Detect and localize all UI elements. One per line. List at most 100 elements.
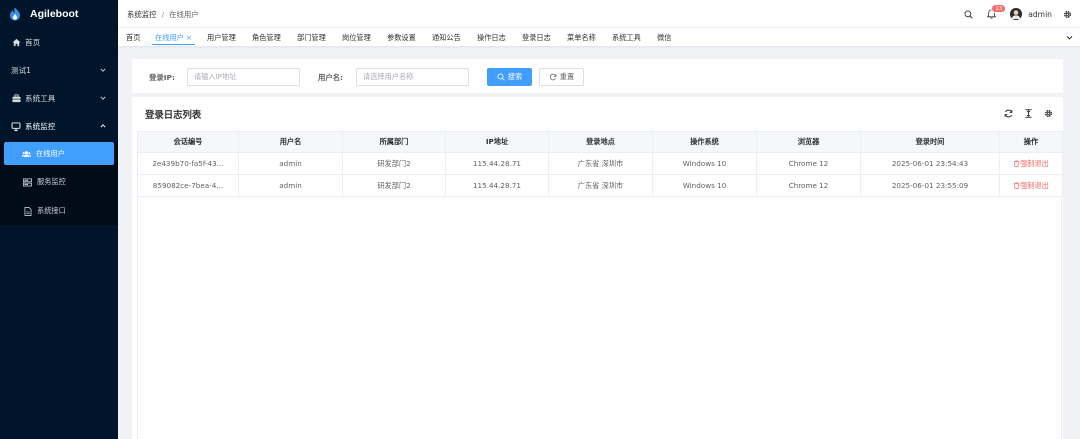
notification-badge: 13 (991, 4, 1007, 13)
sidebar-item-label: 测试1 (11, 65, 32, 75)
cell-ip: 115.44.28.71 (445, 174, 549, 197)
column-header-login-time: 登录时间 (860, 131, 1000, 153)
document-icon (23, 206, 32, 216)
sidebar-item-label: 服务监控 (37, 177, 66, 186)
sidebar-item-label: 系统工具 (25, 93, 56, 103)
breadcrumb: 系统监控 / 在线用户 (127, 9, 199, 20)
cell-session-id: 2e439b70-fa5f-43... (137, 152, 239, 175)
reset-button-label: 重置 (559, 72, 575, 81)
tag-online-users[interactable]: 在线用户 × (152, 30, 196, 45)
gear-icon[interactable] (1062, 9, 1072, 19)
username-select[interactable]: 请选择用户名称 (356, 68, 469, 86)
cell-department: 研发部门2 (342, 174, 446, 197)
tag-system-tools[interactable]: 系统工具 (609, 30, 644, 45)
tag-login-log[interactable]: 登录日志 (519, 30, 554, 45)
search-icon (497, 73, 505, 81)
chevron-down-icon[interactable] (1066, 34, 1073, 41)
sidebar-item-label: 系统监控 (25, 121, 56, 131)
chevron-up-icon (100, 124, 106, 128)
reset-button[interactable]: 重置 (539, 68, 584, 86)
tag-post-management[interactable]: 岗位管理 (339, 30, 374, 45)
refresh-icon[interactable] (1004, 109, 1013, 118)
search-icon[interactable] (963, 9, 973, 19)
cell-login-time: 2025-06-01 23:54:43 (860, 152, 1000, 175)
sidebar-item-test1[interactable]: 测试1 (0, 56, 118, 84)
cell-ip: 115.44.28.71 (445, 152, 549, 175)
sidebar-item-online-users[interactable]: 在线用户 (4, 142, 114, 165)
online-users-table: 会话编号 用户名 所属部门 IP地址 登录地点 操作系统 浏览器 登录时间 操作… (137, 131, 1063, 197)
column-header-session-id: 会话编号 (137, 131, 239, 153)
sidebar: Agileboot 首页 测试1 系统工具 系统监控 在线用户 服务监控 系统接… (0, 0, 118, 439)
search-button[interactable]: 搜索 (487, 68, 532, 86)
column-header-os: 操作系统 (652, 131, 757, 153)
breadcrumb-item-parent[interactable]: 系统监控 (127, 10, 157, 19)
app-title: Agileboot (30, 8, 79, 20)
header-actions: 13 admin (953, 4, 1072, 23)
force-logout-label: 强制退出 (1020, 158, 1049, 168)
cell-browser: Chrome 12 (756, 152, 861, 175)
monitor-icon (11, 121, 21, 131)
sidebar-item-server-monitor[interactable]: 服务监控 (0, 168, 118, 196)
tag-notices[interactable]: 通知公告 (429, 30, 464, 45)
chevron-down-icon (100, 96, 106, 100)
cell-department: 研发部门2 (342, 152, 446, 175)
app-logo[interactable]: Agileboot (0, 0, 118, 28)
column-header-ip: IP地址 (445, 131, 549, 153)
breadcrumb-item-current: 在线用户 (169, 10, 199, 19)
sidebar-item-label: 系统接口 (37, 206, 66, 215)
sidebar-item-home[interactable]: 首页 (0, 28, 118, 56)
breadcrumb-separator: / (161, 10, 165, 19)
flame-logo-icon (10, 7, 20, 21)
cell-login-time: 2025-06-01 23:55:09 (860, 174, 1000, 197)
top-header: 系统监控 / 在线用户 13 admin (118, 0, 1080, 28)
login-log-card: 登录日志列表 会话编号 用户名 所属部门 IP地址 登录地点 操作系统 浏览器 (132, 97, 1063, 439)
submenu-system-monitor: 在线用户 服务监控 系统接口 (0, 142, 118, 225)
tag-wechat[interactable]: 微信 (654, 30, 674, 45)
table-toolbar (993, 109, 1053, 118)
tag-dept-management[interactable]: 部门管理 (294, 30, 329, 45)
tag-menu-name[interactable]: 菜单名称 (564, 30, 599, 45)
username[interactable]: admin (1028, 10, 1052, 19)
tags-view: 首页 在线用户 × 用户管理 角色管理 部门管理 岗位管理 参数设置 通知公告 … (118, 28, 1080, 47)
cell-browser: Chrome 12 (756, 174, 861, 197)
home-icon (11, 37, 21, 47)
username-label: 用户名: (318, 73, 344, 82)
users-icon (22, 149, 31, 158)
column-header-department: 所属部门 (342, 131, 446, 153)
cell-username: admin (238, 152, 343, 175)
search-button-label: 搜索 (507, 72, 523, 81)
cell-os: Windows 10 (652, 174, 757, 197)
column-height-icon[interactable] (1024, 109, 1033, 118)
column-header-location: 登录地点 (548, 131, 653, 153)
force-logout-label: 强制退出 (1020, 180, 1049, 190)
chevron-down-icon (100, 68, 106, 72)
tag-role-management[interactable]: 角色管理 (249, 30, 284, 45)
settings-icon[interactable] (1044, 109, 1053, 118)
force-logout-button[interactable]: 强制退出 (999, 152, 1063, 175)
sidebar-item-label: 在线用户 (36, 148, 65, 158)
ip-input[interactable]: 请输入IP地址 (187, 68, 300, 86)
search-form: 登录IP: 请输入IP地址 用户名: 请选择用户名称 搜索 重置 (132, 59, 1063, 93)
server-icon (23, 177, 32, 187)
tag-user-management[interactable]: 用户管理 (204, 30, 239, 45)
ip-label: 登录IP: (149, 73, 175, 82)
tag-home[interactable]: 首页 (123, 30, 143, 45)
column-header-browser: 浏览器 (756, 131, 861, 153)
notification-button[interactable]: 13 (986, 4, 1007, 19)
tag-operation-log[interactable]: 操作日志 (474, 30, 509, 45)
column-header-username: 用户名 (238, 131, 343, 153)
column-header-action: 操作 (999, 131, 1063, 153)
cell-username: admin (238, 174, 343, 197)
table-row: 859082ce-7bea-4... admin 研发部门2 115.44.28… (137, 174, 1063, 197)
sidebar-item-system-monitor[interactable]: 系统监控 (0, 112, 118, 140)
refresh-icon (549, 73, 557, 81)
sidebar-item-system-tools[interactable]: 系统工具 (0, 84, 118, 112)
force-logout-button[interactable]: 强制退出 (999, 174, 1063, 197)
tag-config-settings[interactable]: 参数设置 (384, 30, 419, 45)
cell-os: Windows 10 (652, 152, 757, 175)
cell-location: 广东省 深圳市 (548, 174, 653, 197)
cell-session-id: 859082ce-7bea-4... (137, 174, 239, 197)
sidebar-item-system-api[interactable]: 系统接口 (0, 197, 118, 225)
avatar[interactable] (1010, 8, 1023, 20)
sidebar-item-label: 首页 (25, 37, 41, 47)
